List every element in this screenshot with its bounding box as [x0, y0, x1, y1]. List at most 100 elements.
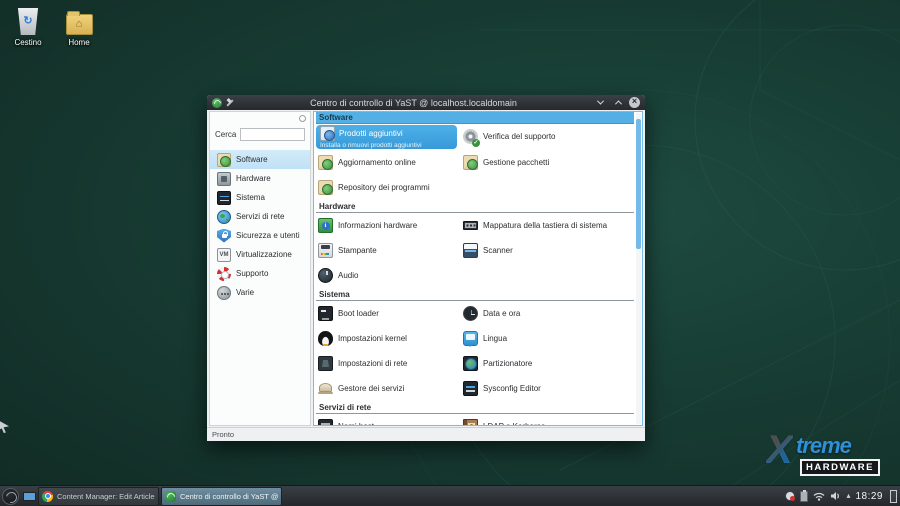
sidebar-item-hardware[interactable]: Hardware	[210, 169, 310, 188]
sidebar-item-sicurezza-e-utenti[interactable]: Sicurezza e utenti	[210, 226, 310, 245]
vertical-scrollbar[interactable]	[636, 113, 641, 424]
sidebar-item-servizi-di-rete[interactable]: Servizi di rete	[210, 207, 310, 226]
chevron-down-icon	[596, 98, 603, 105]
volume-icon[interactable]	[830, 491, 841, 501]
section-header-servizi-di-rete: Servizi di rete	[316, 402, 634, 414]
module-item-aggiornamento-online[interactable]: Aggiornamento online	[316, 150, 461, 175]
desktop-icon-home[interactable]: Home	[53, 8, 105, 47]
yast-window: Centro di controllo di YaST @ localhost.…	[207, 95, 645, 441]
maximize-button[interactable]	[611, 97, 625, 109]
online-update-icon	[318, 155, 333, 170]
taskbar-left	[0, 488, 36, 505]
sidebar: Cerca Software Hardware Sistema	[209, 111, 311, 426]
module-item-gestore-dei-servizi[interactable]: Gestore dei servizi	[316, 376, 461, 401]
sidebar-item-label: Servizi di rete	[236, 212, 284, 221]
module-item-verifica-del-supporto[interactable]: Verifica del supporto	[461, 124, 634, 149]
task-button-yast[interactable]: Centro di controllo di YaST @ local...	[161, 487, 282, 506]
desktop-icon-trash[interactable]: Cestino	[2, 8, 54, 47]
desktop-icon-label: Cestino	[2, 38, 54, 47]
desktop: Cestino Home Centro di controllo di YaST…	[0, 0, 900, 506]
network-services-icon	[217, 210, 231, 224]
repositories-icon	[318, 180, 333, 195]
network-wifi-icon[interactable]	[813, 491, 825, 501]
software-icon	[217, 153, 231, 167]
titlebar[interactable]: Centro di controllo di YaST @ localhost.…	[207, 95, 645, 110]
module-item-ldap-e-kerberos[interactable]: LDAP e Kerberos	[461, 414, 634, 425]
module-panel-inner: Software Prodotti aggiuntivi Installa o …	[316, 112, 634, 425]
module-item-prodotti-aggiuntivi[interactable]: Prodotti aggiuntivi Installa o rimuovi p…	[316, 124, 461, 150]
module-item-boot-loader[interactable]: Boot loader	[316, 301, 461, 326]
module-item-repository-dei-programmi[interactable]: Repository dei programmi	[316, 175, 461, 200]
module-item-mappatura-tastiera[interactable]: Mappatura della tastiera di sistema	[461, 213, 634, 238]
language-icon	[463, 331, 478, 346]
category-list: Software Hardware Sistema Servizi di ret…	[210, 150, 310, 302]
section-header-hardware: Hardware	[316, 201, 634, 213]
module-item-impostazioni-kernel[interactable]: Impostazioni kernel	[316, 326, 461, 351]
app-launcher-icon[interactable]	[2, 488, 19, 505]
audio-icon	[318, 268, 333, 283]
sidebar-item-software[interactable]: Software	[210, 150, 310, 169]
sidebar-item-virtualizzazione[interactable]: Virtualizzazione	[210, 245, 310, 264]
sidebar-item-label: Supporto	[236, 269, 268, 278]
status-bar: Pronto	[207, 427, 645, 441]
taskbar: Content Manager: Edit Article - Xtr... C…	[0, 485, 900, 506]
clipboard-icon[interactable]	[800, 491, 808, 502]
chevron-up-icon	[614, 100, 621, 107]
scanner-icon	[463, 243, 478, 258]
module-item-impostazioni-di-rete[interactable]: Impostazioni di rete	[316, 351, 461, 376]
task-button-content-manager[interactable]: Content Manager: Edit Article - Xtr...	[38, 487, 159, 506]
network-settings-icon	[318, 356, 333, 371]
window-body: Cerca Software Hardware Sistema	[207, 110, 645, 427]
pin-icon[interactable]	[226, 99, 234, 107]
module-item-lingua[interactable]: Lingua	[461, 326, 634, 351]
search-row: Cerca	[215, 128, 305, 141]
close-button[interactable]	[629, 97, 640, 108]
module-item-nomi-host[interactable]: Nomi host	[316, 414, 461, 425]
module-item-audio[interactable]: Audio	[316, 263, 461, 288]
module-panel: Software Prodotti aggiuntivi Installa o …	[313, 111, 643, 426]
module-item-partizionatore[interactable]: Partizionatore	[461, 351, 634, 376]
kernel-icon	[318, 331, 333, 346]
desktop-pager[interactable]	[23, 492, 36, 501]
module-item-scanner[interactable]: Scanner	[461, 238, 634, 263]
module-item-stampante[interactable]: Stampante	[316, 238, 461, 263]
clock[interactable]: 18:29	[855, 491, 883, 502]
sidebar-item-sistema[interactable]: Sistema	[210, 188, 310, 207]
security-users-icon	[217, 229, 231, 243]
gear-icon[interactable]	[299, 115, 306, 122]
ldap-kerberos-icon	[463, 419, 478, 425]
sidebar-item-label: Virtualizzazione	[236, 250, 292, 259]
yast-app-icon	[212, 98, 222, 108]
home-folder-icon	[66, 14, 93, 35]
module-item-informazioni-hardware[interactable]: Informazioni hardware	[316, 213, 461, 238]
section-grid: Prodotti aggiuntivi Installa o rimuovi p…	[316, 124, 634, 200]
xtreme-hardware-logo: X treme HARDWARE	[766, 423, 896, 481]
keyboard-icon	[463, 221, 478, 230]
logo-x-glyph: X	[766, 423, 793, 477]
logo-hardware-text: HARDWARE	[800, 459, 880, 476]
module-item-data-e-ora[interactable]: Data e ora	[461, 301, 634, 326]
datetime-icon	[463, 306, 478, 321]
package-manager-icon	[463, 155, 478, 170]
scrollbar-thumb[interactable]	[636, 119, 641, 249]
sidebar-item-label: Sistema	[236, 193, 265, 202]
sidebar-item-label: Software	[236, 155, 268, 164]
show-desktop-button[interactable]	[890, 490, 897, 503]
section-grid: Boot loader Data e ora Impostazioni kern…	[316, 301, 634, 401]
services-manager-icon	[318, 381, 333, 396]
expand-tray-icon[interactable]: ▴	[846, 492, 850, 500]
search-input[interactable]	[240, 128, 305, 141]
section-header-sistema: Sistema	[316, 289, 634, 301]
sidebar-item-varie[interactable]: Varie	[210, 283, 310, 302]
hardware-icon	[217, 172, 231, 186]
sidebar-item-supporto[interactable]: Supporto	[210, 264, 310, 283]
updates-icon[interactable]	[785, 491, 795, 501]
system-tray: ▴ 18:29	[785, 490, 900, 503]
minimize-button[interactable]	[593, 97, 607, 109]
module-item-sysconfig-editor[interactable]: Sysconfig Editor	[461, 376, 634, 401]
module-item-gestione-pacchetti[interactable]: Gestione pacchetti	[461, 150, 634, 175]
sidebar-item-label: Varie	[236, 288, 254, 297]
hardware-info-icon	[318, 218, 333, 233]
search-label: Cerca	[215, 130, 236, 139]
virtualization-icon	[217, 248, 231, 262]
